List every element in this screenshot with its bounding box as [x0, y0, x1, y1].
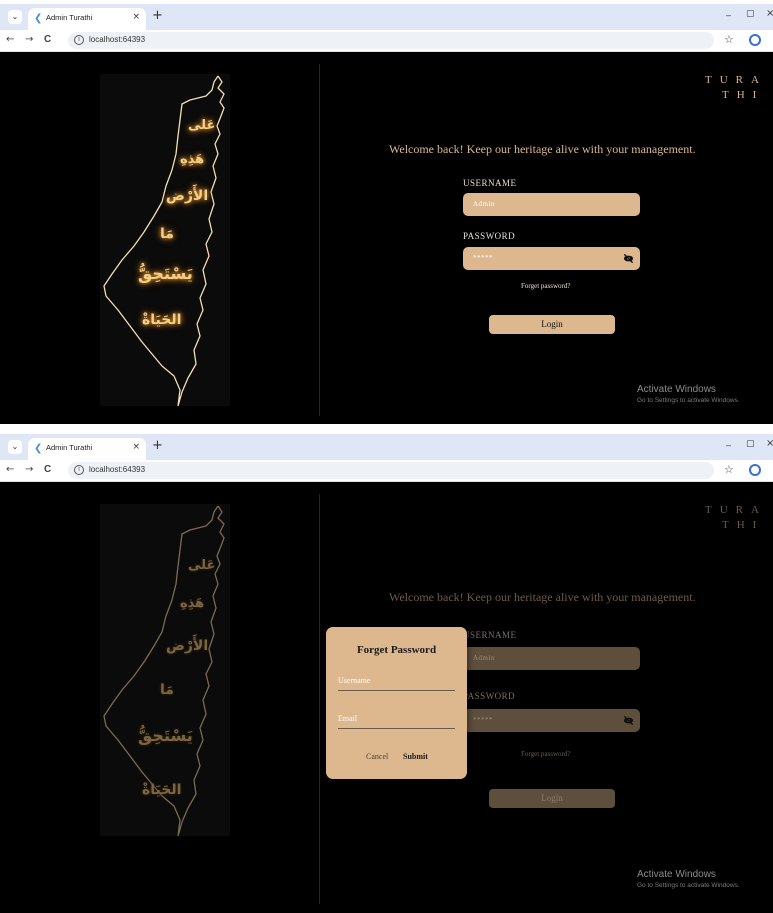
verse-line-4: مَا — [160, 226, 174, 242]
username-label: USERNAME — [463, 178, 517, 188]
password-label: PASSWORD — [463, 231, 516, 241]
verse-line-2: هَذِهِ — [180, 596, 205, 611]
back-icon[interactable]: ← — [6, 464, 14, 475]
window-close-button[interactable]: × — [766, 438, 773, 449]
site-info-icon[interactable]: i — [74, 35, 84, 45]
login-page-dimmed: عَلى هَذِهِ الأَرْض مَا يَسْتَحِقُّ الحَ… — [8, 484, 773, 913]
forward-icon[interactable]: → — [25, 34, 33, 45]
verse-line-5: يَسْتَحِقُّ — [138, 264, 193, 283]
username-field[interactable]: Admin — [463, 647, 640, 670]
site-info-icon[interactable]: i — [74, 465, 84, 475]
window-maximize-button[interactable]: ▢ — [746, 9, 755, 19]
tab-search-dropdown-icon[interactable]: ⌄ — [8, 10, 22, 24]
new-tab-button[interactable]: + — [152, 8, 163, 23]
dialog-title: Forget Password — [356, 644, 437, 656]
profile-avatar-icon[interactable] — [749, 464, 761, 476]
welcome-heading: Welcome back! Keep our heritage alive wi… — [389, 590, 696, 604]
verse-line-4: مَا — [160, 682, 174, 698]
flutter-favicon-icon: ❮ — [34, 443, 43, 454]
login-button[interactable]: Login — [489, 789, 615, 808]
browser-tab[interactable]: ❮ Admin Turathi × — [28, 8, 146, 30]
brand-logo-line1: TURA — [705, 74, 767, 86]
verse-line-2: هَذِهِ — [180, 152, 205, 167]
verse-line-1: عَلى — [188, 118, 216, 133]
address-bar: ← → C i localhost:64393 ☆ — [0, 460, 773, 482]
browser-tab-bar: ⌄ ❮ Admin Turathi × + – ▢ × — [0, 434, 773, 460]
forward-icon[interactable]: → — [25, 464, 33, 475]
dialog-email-placeholder: Email — [338, 714, 358, 723]
palestine-map-panel: عَلى هَذِهِ الأَرْض مَا يَسْتَحِقُّ الحَ… — [100, 74, 230, 406]
browser-tab[interactable]: ❮ Admin Turathi × — [28, 438, 146, 460]
login-page: عَلى هَذِهِ الأَرْض مَا يَسْتَحِقُّ الحَ… — [8, 54, 773, 424]
dialog-submit-button[interactable]: Submit — [403, 752, 428, 761]
url-text[interactable]: localhost:64393 — [89, 465, 145, 474]
profile-avatar-icon[interactable] — [749, 34, 761, 46]
address-bar: ← → C i localhost:64393 ☆ — [0, 30, 773, 52]
dialog-cancel-button[interactable]: Cancel — [366, 752, 388, 761]
verse-line-6: الحَيَاةْ — [142, 312, 182, 328]
verse-line-5: يَسْتَحِقُّ — [138, 726, 193, 745]
forgot-password-link[interactable]: Forget password? — [521, 282, 570, 290]
username-value: Admin — [473, 654, 495, 662]
activate-windows-title: Activate Windows — [637, 384, 716, 395]
verse-line-1: عَلى — [188, 558, 216, 573]
brand-logo-line2: THI — [722, 89, 765, 101]
password-field[interactable]: ***** — [463, 247, 640, 270]
tab-close-icon[interactable]: × — [132, 12, 140, 22]
activate-windows-subtitle: Go to Settings to activate Windows. — [637, 397, 740, 404]
browser-tab-bar: ⌄ ❮ Admin Turathi × + – ▢ × — [0, 4, 773, 30]
login-button[interactable]: Login — [489, 315, 615, 334]
activate-windows-subtitle: Go to Settings to activate Windows. — [637, 882, 740, 889]
dialog-username-input[interactable]: Username — [338, 671, 455, 691]
brand-logo-line2: THI — [722, 519, 765, 531]
tab-search-dropdown-icon[interactable]: ⌄ — [8, 440, 22, 454]
password-label: PASSWORD — [463, 691, 516, 701]
reload-icon[interactable]: C — [44, 34, 51, 45]
palestine-map-panel: عَلى هَذِهِ الأَرْض مَا يَسْتَحِقُّ الحَ… — [100, 504, 230, 836]
verse-line-6: الحَيَاةْ — [142, 782, 182, 798]
tab-title: Admin Turathi — [46, 443, 93, 452]
forgot-password-link[interactable]: Forget password? — [521, 750, 570, 758]
screenshot-login: ⌄ ❮ Admin Turathi × + – ▢ × ← → C i loca… — [0, 4, 773, 424]
tab-close-icon[interactable]: × — [132, 442, 140, 452]
username-field[interactable]: Admin — [463, 193, 640, 216]
window-minimize-button[interactable]: – — [726, 10, 731, 20]
panel-divider — [319, 494, 320, 904]
reload-icon[interactable]: C — [44, 464, 51, 475]
flutter-favicon-icon: ❮ — [34, 13, 43, 24]
screenshot-forget-password-dialog: ⌄ ❮ Admin Turathi × + – ▢ × ← → C i loca… — [0, 434, 773, 913]
username-label: USERNAME — [463, 630, 517, 640]
tab-title: Admin Turathi — [46, 13, 93, 22]
window-maximize-button[interactable]: ▢ — [746, 439, 755, 449]
url-omnibox[interactable]: i localhost:64393 — [68, 462, 714, 479]
forget-password-dialog: Forget Password Username Email Cancel Su… — [326, 627, 467, 779]
password-field[interactable]: ***** — [463, 709, 640, 732]
username-value: Admin — [473, 200, 495, 208]
brand-logo-line1: TURA — [705, 504, 767, 516]
activate-windows-title: Activate Windows — [637, 869, 716, 880]
password-value: ***** — [473, 254, 493, 262]
dialog-email-input[interactable]: Email — [338, 709, 455, 729]
password-value: ***** — [473, 716, 493, 724]
welcome-heading: Welcome back! Keep our heritage alive wi… — [389, 142, 696, 156]
verse-line-3: الأَرْض — [166, 638, 209, 654]
new-tab-button[interactable]: + — [152, 438, 163, 453]
dialog-username-placeholder: Username — [338, 676, 371, 685]
window-close-button[interactable]: × — [766, 8, 773, 19]
panel-divider — [319, 64, 320, 416]
window-minimize-button[interactable]: – — [726, 440, 731, 450]
verse-line-3: الأَرْض — [166, 188, 209, 204]
bookmark-star-icon[interactable]: ☆ — [724, 463, 734, 476]
url-text[interactable]: localhost:64393 — [89, 35, 145, 44]
url-omnibox[interactable]: i localhost:64393 — [68, 32, 714, 49]
eye-slash-icon[interactable] — [623, 715, 634, 726]
eye-slash-icon[interactable] — [623, 253, 634, 264]
bookmark-star-icon[interactable]: ☆ — [724, 33, 734, 46]
back-icon[interactable]: ← — [6, 34, 14, 45]
